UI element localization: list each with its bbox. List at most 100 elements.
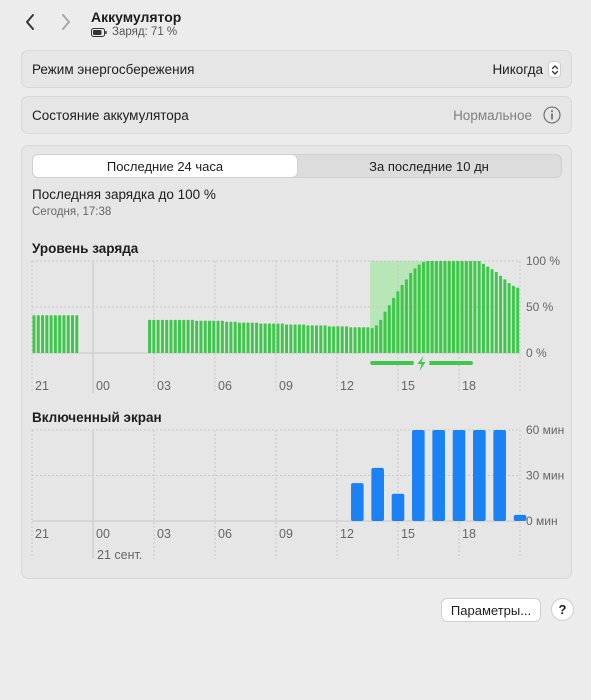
battery-bar (237, 322, 241, 353)
battery-bar (439, 261, 443, 353)
battery-bar (58, 315, 62, 353)
x-tick-label: 21 (35, 379, 49, 393)
battery-bar (220, 320, 224, 353)
battery-bar (332, 326, 336, 353)
battery-bar (242, 322, 246, 353)
battery-bar (464, 261, 468, 353)
battery-bar (263, 323, 267, 353)
forward-button[interactable] (55, 10, 77, 34)
usage-history-card: Последние 24 часа За последние 10 дн Пос… (21, 145, 572, 579)
battery-bar (366, 327, 370, 353)
battery-bar (490, 269, 494, 353)
battery-bar (75, 315, 79, 353)
battery-bar (233, 321, 237, 353)
screen-bar (391, 493, 405, 521)
battery-bar (302, 324, 306, 353)
battery-bar (315, 325, 319, 353)
battery-bar (430, 261, 434, 353)
screen-bar (432, 430, 445, 521)
battery-bar (190, 319, 194, 353)
battery-bar (473, 261, 477, 353)
battery-bar (229, 321, 233, 353)
back-button[interactable] (19, 10, 41, 34)
battery-bar (353, 327, 357, 353)
battery-bar (49, 315, 53, 353)
x-tick-label: 00 (96, 379, 110, 393)
battery-bar (327, 326, 331, 353)
screen-bar (412, 430, 425, 521)
battery-bar (276, 323, 280, 353)
battery-bar (45, 315, 49, 353)
battery-bar (66, 315, 70, 353)
battery-bar (208, 320, 211, 353)
power-saving-value: Никогда (492, 62, 543, 77)
updown-chevron-icon (548, 61, 561, 78)
y-tick-label: 100 % (526, 254, 560, 268)
chevron-right-icon (62, 14, 70, 30)
battery-bar (255, 322, 259, 353)
x-tick-label: 06 (218, 379, 232, 393)
battery-bar (259, 323, 263, 353)
options-button[interactable]: Параметры... (441, 598, 541, 622)
battery-bar (178, 319, 182, 353)
date-label: 21 сент. (97, 548, 142, 562)
battery-bar (511, 285, 515, 353)
battery-bar (357, 327, 361, 353)
battery-bar (417, 264, 421, 353)
battery-bar (306, 325, 310, 353)
battery-bar (481, 263, 485, 353)
battery-bar (293, 324, 297, 353)
battery-bar (456, 261, 460, 353)
battery-bar (186, 319, 190, 353)
battery-bar (152, 319, 156, 353)
battery-bar (272, 323, 276, 353)
page-title: Аккумулятор (91, 9, 182, 25)
battery-bar (422, 261, 426, 353)
y-tick-label: 60 мин (526, 423, 564, 437)
battery-bar (323, 325, 327, 353)
help-button[interactable]: ? (551, 598, 574, 621)
battery-bar (379, 319, 383, 353)
x-tick-label: 15 (401, 527, 415, 541)
battery-bar (383, 311, 387, 353)
battery-bar (516, 287, 520, 353)
power-saving-popup[interactable]: Никогда (492, 61, 561, 78)
battery-bar (387, 305, 391, 353)
battery-bar (409, 272, 413, 353)
screen-bar (371, 467, 384, 521)
x-tick-label: 12 (340, 527, 354, 541)
battery-health-label: Состояние аккумулятора (32, 108, 189, 123)
battery-bar (503, 279, 507, 353)
x-tick-label: 06 (218, 527, 232, 541)
battery-bar (362, 327, 366, 353)
screen-bar (493, 430, 506, 521)
battery-status: Заряд: 71 % (91, 26, 177, 38)
battery-bar (32, 315, 36, 353)
battery-bar (195, 320, 199, 353)
battery-bar (216, 320, 220, 353)
battery-bar (182, 319, 186, 353)
battery-bar (447, 261, 451, 353)
info-icon (543, 106, 561, 124)
battery-bar (319, 325, 323, 353)
x-tick-label: 03 (157, 527, 171, 541)
battery-bar (344, 326, 348, 353)
power-saving-row: Режим энергосбережения Никогда (21, 50, 572, 88)
screen-bar (513, 514, 527, 521)
y-tick-label: 0 % (526, 346, 547, 360)
battery-bar (336, 326, 340, 353)
battery-bar (225, 321, 229, 353)
battery-bar (370, 328, 374, 353)
battery-bar (280, 323, 284, 353)
chevron-left-icon (26, 14, 34, 30)
battery-bar (426, 261, 430, 353)
battery-bar (53, 315, 57, 353)
info-button[interactable] (543, 106, 561, 124)
battery-bar (62, 315, 66, 353)
battery-bar (400, 284, 404, 353)
battery-bar (250, 322, 254, 353)
x-tick-label: 21 (35, 527, 49, 541)
battery-bar (443, 261, 447, 353)
battery-bar (246, 322, 250, 353)
battery-bar (413, 268, 417, 353)
